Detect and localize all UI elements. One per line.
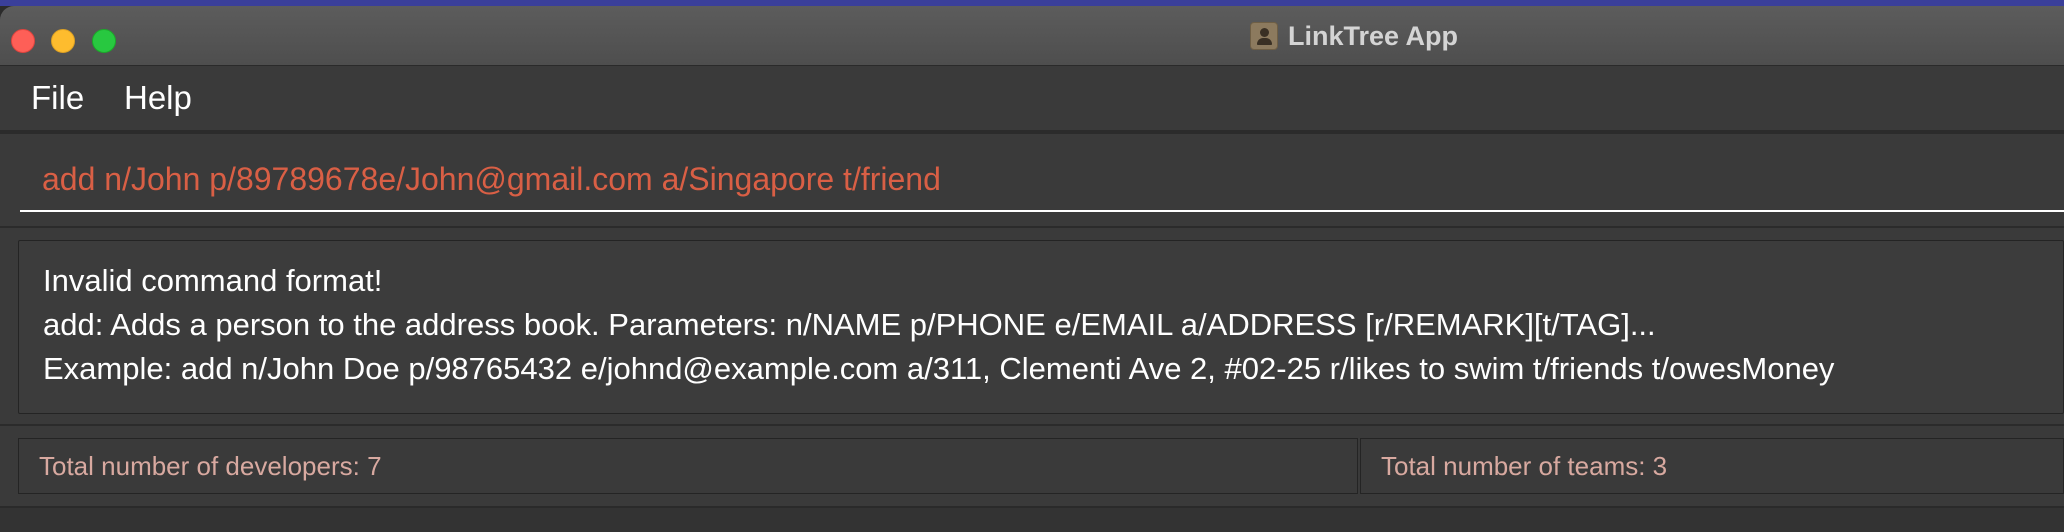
command-input[interactable] <box>20 148 2064 212</box>
result-line-error: Invalid command format! <box>43 263 383 298</box>
status-bar: Total number of developers: 7 Total numb… <box>0 426 2064 506</box>
result-display-panel: Invalid command format! add: Adds a pers… <box>0 228 2064 424</box>
app-icon <box>1250 22 1278 50</box>
close-window-button[interactable] <box>11 29 35 53</box>
window-title-group: LinkTree App <box>1250 6 1458 66</box>
developer-count-status: Total number of developers: 7 <box>18 438 1358 494</box>
command-box <box>0 134 2064 226</box>
team-count-status: Total number of teams: 3 <box>1360 438 2064 494</box>
window-bottom-edge <box>0 506 2064 532</box>
result-line-example: Example: add n/John Doe p/98765432 e/joh… <box>43 351 1835 386</box>
window-titlebar <box>0 6 2064 66</box>
window-title: LinkTree App <box>1288 20 1459 51</box>
menu-file[interactable]: File <box>31 79 84 117</box>
menu-help[interactable]: Help <box>124 79 192 117</box>
result-display[interactable]: Invalid command format! add: Adds a pers… <box>18 240 2064 414</box>
result-line-usage: add: Adds a person to the address book. … <box>43 307 1656 342</box>
menu-bar: File Help <box>0 66 2064 132</box>
minimize-window-button[interactable] <box>51 29 75 53</box>
maximize-window-button[interactable] <box>92 29 116 53</box>
